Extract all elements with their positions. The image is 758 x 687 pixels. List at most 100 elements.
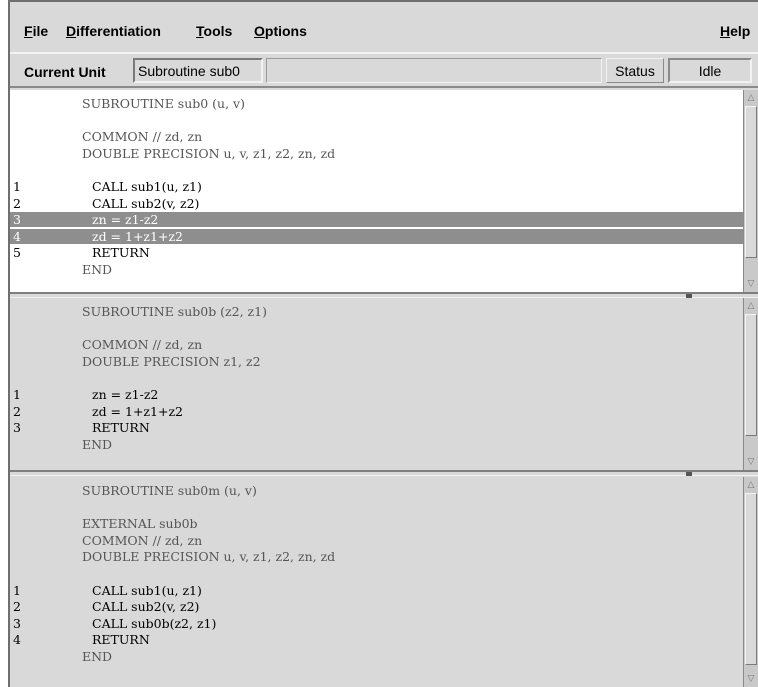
scroll-thumb[interactable] [745, 493, 757, 665]
code-text-area[interactable]: SUBROUTINE sub0b (z2, z1) COMMON // zd, z… [10, 298, 743, 470]
line-number: 3 [13, 212, 21, 228]
menu-help-label: elp [730, 23, 751, 39]
menu-tools[interactable]: Tools [196, 23, 232, 39]
code-line[interactable]: SUBROUTINE sub0m (u, v) [10, 483, 743, 498]
code-text: EXTERNAL sub0b [82, 516, 198, 532]
code-line[interactable]: EXTERNAL sub0b [10, 516, 743, 531]
code-line[interactable]: DOUBLE PRECISION z1, z2 [10, 354, 743, 369]
line-number: 1 [13, 387, 21, 402]
vertical-scrollbar[interactable]: △ ▽ [743, 477, 758, 687]
line-number: 5 [13, 245, 21, 261]
code-line[interactable]: COMMON // zd, zn [10, 337, 743, 352]
code-line[interactable]: END [10, 649, 743, 664]
code-text: RETURN [92, 245, 150, 261]
sash-grip-icon[interactable] [686, 472, 692, 476]
code-line[interactable] [10, 162, 743, 177]
code-line[interactable]: 1 CALL sub1(u, z1) [10, 583, 743, 598]
vertical-scrollbar[interactable]: △ ▽ [743, 298, 758, 470]
line-number: 2 [13, 195, 21, 211]
code-text: DOUBLE PRECISION u, v, z1, z2, zn, zd [82, 549, 336, 565]
code-line[interactable] [10, 370, 743, 385]
code-text: COMMON // zd, zn [82, 129, 203, 145]
menu-differentiation-mnemonic: D [66, 23, 77, 39]
code-pane-sub0m[interactable]: SUBROUTINE sub0m (u, v) EXTERNAL sub0b COM… [10, 477, 758, 687]
code-text: DOUBLE PRECISION z1, z2 [82, 353, 261, 369]
code-text: CALL sub1(u, z1) [92, 582, 202, 598]
scroll-thumb[interactable] [745, 314, 757, 436]
line-number: 4 [13, 228, 21, 244]
code-line[interactable] [10, 321, 743, 336]
scroll-down-arrow-icon[interactable]: ▽ [745, 456, 757, 468]
code-text-area[interactable]: SUBROUTINE sub0 (u, v) COMMON // zd, zn DO… [10, 90, 743, 292]
scroll-up-arrow-icon[interactable]: △ [745, 479, 757, 491]
menu-differentiation-label: ifferentiation [76, 23, 161, 39]
line-number: 1 [13, 582, 21, 598]
scroll-up-arrow-icon[interactable]: △ [745, 92, 757, 104]
scroll-down-arrow-icon[interactable]: ▽ [745, 673, 757, 685]
line-number: 2 [13, 403, 21, 419]
code-text: SUBROUTINE sub0 (u, v) [82, 96, 245, 111]
code-line[interactable]: 2 zd = 1+z1+z2 [10, 404, 743, 419]
code-line[interactable]: END [10, 437, 743, 452]
code-line[interactable]: SUBROUTINE sub0b (z2, z1) [10, 304, 743, 319]
code-line[interactable]: 2 CALL sub2(v, z2) [10, 196, 743, 211]
code-line[interactable]: COMMON // zd, zn [10, 533, 743, 548]
code-text: CALL sub2(v, z2) [92, 599, 200, 615]
code-line[interactable]: 1 CALL sub1(u, z1) [10, 179, 743, 194]
code-text: COMMON // zd, zn [82, 532, 203, 548]
code-line[interactable]: 1 zn = z1-z2 [10, 387, 743, 402]
code-text: CALL sub2(v, z2) [92, 195, 200, 211]
code-line[interactable]: 3 zn = z1-z2 [10, 212, 743, 228]
line-number: 3 [13, 420, 21, 436]
code-line[interactable]: DOUBLE PRECISION u, v, z1, z2, zn, zd [10, 549, 743, 564]
scroll-down-arrow-icon[interactable]: ▽ [745, 278, 757, 290]
code-text: CALL sub1(u, z1) [92, 179, 202, 194]
menu-tools-label: ools [203, 23, 233, 39]
scroll-up-arrow-icon[interactable]: △ [745, 300, 757, 312]
code-text: RETURN [92, 420, 150, 436]
menu-help[interactable]: Help [720, 23, 750, 39]
code-text: CALL sub0b(z2, z1) [92, 615, 217, 631]
code-line[interactable]: 4 zd = 1+z1+z2 [10, 228, 743, 244]
code-line[interactable]: COMMON // zd, zn [10, 129, 743, 144]
menu-file[interactable]: File [24, 23, 48, 39]
status-value: Idle [668, 58, 752, 83]
app-window: File Differentiation Tools Options Help … [10, 2, 758, 687]
line-number: 1 [13, 179, 21, 194]
menu-help-mnemonic: H [720, 23, 731, 39]
current-unit-field[interactable]: Subroutine sub0 [133, 58, 263, 83]
code-text: zn = z1-z2 [92, 387, 159, 402]
line-number: 2 [13, 599, 21, 615]
code-text: zd = 1+z1+z2 [92, 228, 183, 244]
code-text: DOUBLE PRECISION u, v, z1, z2, zn, zd [82, 145, 336, 161]
code-line[interactable]: SUBROUTINE sub0 (u, v) [10, 96, 743, 111]
code-line[interactable]: 4 RETURN [10, 632, 743, 647]
code-text: END [82, 649, 113, 664]
code-line[interactable]: DOUBLE PRECISION u, v, z1, z2, zn, zd [10, 146, 743, 161]
code-pane-sub0[interactable]: SUBROUTINE sub0 (u, v) COMMON // zd, zn DO… [10, 90, 758, 292]
vertical-scrollbar[interactable]: △ ▽ [743, 90, 758, 292]
menubar: File Differentiation Tools Options Help [10, 2, 758, 42]
code-line[interactable]: END [10, 262, 743, 277]
code-line[interactable] [10, 113, 743, 128]
code-line[interactable]: 2 CALL sub2(v, z2) [10, 599, 743, 614]
pane-sash[interactable] [10, 470, 758, 476]
code-pane-sub0b[interactable]: SUBROUTINE sub0b (z2, z1) COMMON // zd, z… [10, 298, 758, 470]
code-line[interactable]: 3 RETURN [10, 420, 743, 435]
line-number: 4 [13, 632, 21, 648]
code-line[interactable] [10, 500, 743, 515]
menu-options-label: ptions [264, 23, 307, 39]
code-line[interactable]: 5 RETURN [10, 245, 743, 260]
menu-options-mnemonic: O [254, 23, 265, 39]
scroll-thumb[interactable] [745, 106, 757, 258]
menu-differentiation[interactable]: Differentiation [66, 23, 161, 39]
code-line[interactable]: 3 CALL sub0b(z2, z1) [10, 616, 743, 631]
menu-options[interactable]: Options [254, 23, 307, 39]
unit-bar-spacer [266, 58, 602, 83]
code-text-area[interactable]: SUBROUTINE sub0m (u, v) EXTERNAL sub0b COM… [10, 477, 743, 687]
code-line[interactable] [10, 566, 743, 581]
menu-file-mnemonic: F [24, 23, 33, 39]
line-number: 3 [13, 615, 21, 631]
code-text: END [82, 436, 113, 452]
code-text: zn = z1-z2 [92, 212, 159, 228]
